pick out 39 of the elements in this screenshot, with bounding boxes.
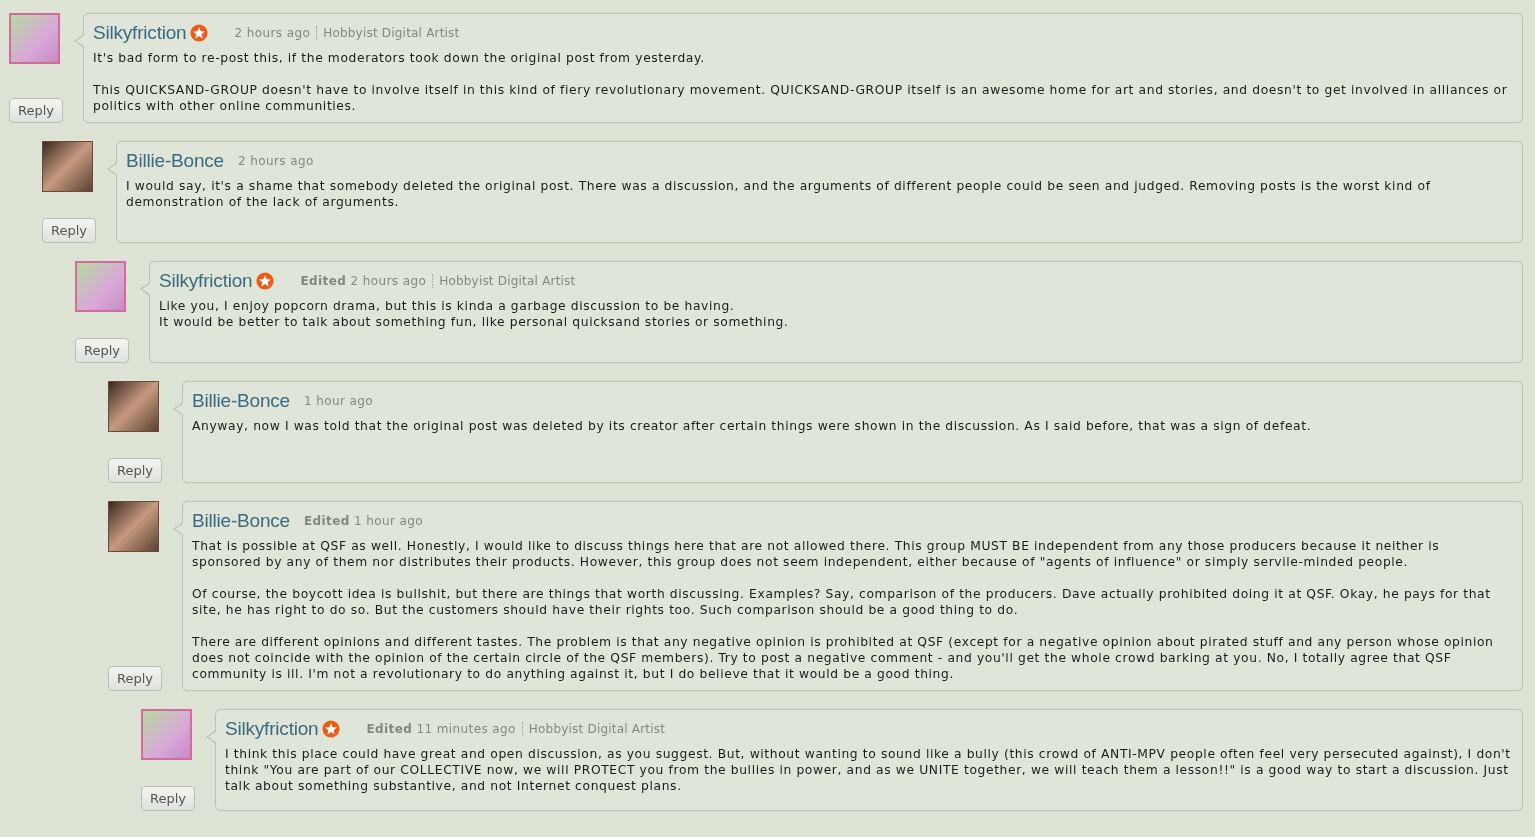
reply-button[interactable]: Reply (141, 786, 195, 811)
star-badge-icon (190, 24, 209, 42)
author-name[interactable]: Silkyfriction (225, 718, 319, 740)
comment-time: Edited 2 hours ago (300, 274, 427, 288)
author-name[interactable]: Billie-Bonce (192, 510, 290, 532)
comment-text: That is possible at QSF as well. Honestly, I would like to discuss things here that are not allowed there. This group MUST BE independent from any those producers because it neither is sponsored by any of them nor distributes their products. However, this group does not seem independent, either because of "agents of influence" or simply servile-minded people. (192, 538, 1441, 570)
reply-button[interactable]: Reply (108, 666, 162, 691)
author-name[interactable]: Silkyfriction (159, 270, 253, 292)
comment-time: 2 hours ago (234, 26, 311, 40)
comment-time: 1 hour ago (303, 394, 373, 408)
author-name[interactable]: Silkyfriction (93, 22, 187, 44)
comment-text: It's bad form to re-post this, if the moderators took down the original post from yesterday. (93, 50, 706, 66)
comment-time: Edited 11 minutes ago (366, 722, 516, 736)
avatar[interactable] (42, 141, 93, 192)
comment-time: Edited 1 hour ago (303, 514, 423, 528)
comment-time: 2 hours ago (237, 154, 314, 168)
comment-text: Anyway, now I was told that the original post was deleted by its creator after certain things were shown in the discussion. As I said before, that was a sign of defeat. (192, 418, 1313, 434)
comment-text: This QUICKSAND-GROUP doesn't have to involve itself in this kind of fiery revolutionary movement. QUICKSAND-GROUP itself is an awesome home for art and stories, and doesn't to get involved in alliances or politics with other online communities. (93, 82, 1509, 114)
reply-button[interactable]: Reply (108, 458, 162, 483)
avatar[interactable] (9, 13, 60, 64)
user-role: Hobbyist Digital Artist (316, 26, 460, 40)
star-badge-icon (256, 272, 275, 290)
avatar[interactable] (141, 709, 192, 760)
user-role: Hobbyist Digital Artist (521, 722, 666, 736)
author-name[interactable]: Billie-Bonce (126, 150, 224, 172)
reply-button[interactable]: Reply (9, 98, 63, 123)
avatar[interactable] (108, 501, 159, 552)
comment-text: There are different opinions and different tastes. The problem is that any negative opinion is prohibited at QSF (except for a negative opinion about pirated stuff and any person whose opinion does not coincide with the opinion of the certain circle of the QSF members). Try to post a negative comment - and you'll get the whole crowd barking at you. No, I totally agree that QSF community is ill. I'm not a revolutionary to do anything against it, but I do believe that it would be a good thing. (192, 634, 1495, 682)
comment-text: I would say, it's a shame that somebody deleted the original post. There was a discussion, and the arguments of different people could be seen and judged. Removing posts is the worst kind of demonstration of the lack of arguments. (126, 178, 1432, 210)
avatar[interactable] (75, 261, 126, 312)
reply-button[interactable]: Reply (75, 338, 129, 363)
comment-text: Of course, the boycott idea is bullshit, but there are things that worth discussing. Examples? Say, comparison of the producers. Dave actually prohibited doing it at QSF. Okay, he pays for that site, he has right to do so. But the customers should have their rights too. Such comparison should be a good thing to do. (192, 586, 1492, 618)
author-name[interactable]: Billie-Bonce (192, 390, 290, 412)
star-badge-icon (322, 720, 341, 738)
avatar[interactable] (108, 381, 159, 432)
user-role: Hobbyist Digital Artist (432, 274, 576, 288)
comment-text: Like you, I enjoy popcorn drama, but this is kinda a garbage discussion to be having. It would be better to talk about something fun, like personal quicksand stories or something. (159, 298, 790, 330)
comment-text: I think this place could have great and open discussion, as you suggest. But, without wanting to sound like a bully (this crowd of ANTI-MPV people often feel very persecuted against), I don't think "You are part of our COLLECTIVE now, we will PROTECT you from the bullies in power, and as we UNITE together, we will teach them a lesson!!" is a good way to start a discussion. Just talk about something substantive, and not Internet conquest plans. (225, 746, 1512, 794)
reply-button[interactable]: Reply (42, 218, 96, 243)
